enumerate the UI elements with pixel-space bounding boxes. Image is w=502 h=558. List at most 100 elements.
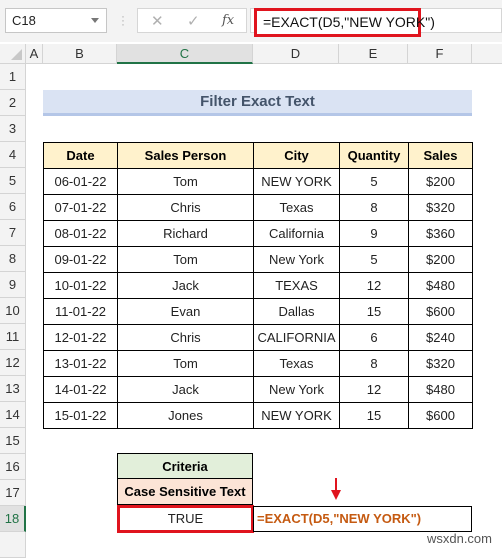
table-cell[interactable]: 9 <box>339 220 409 247</box>
row-header-10[interactable]: 10 <box>0 298 26 324</box>
table-cell[interactable]: NEW YORK <box>253 402 340 429</box>
row-header-11[interactable]: 11 <box>0 324 26 350</box>
row-header-13[interactable]: 13 <box>0 376 26 402</box>
column-header-d[interactable]: D <box>253 44 339 64</box>
table-cell[interactable]: 5 <box>339 168 409 195</box>
table-cell[interactable]: 07-01-22 <box>43 194 118 221</box>
row-header-4[interactable]: 4 <box>0 142 26 168</box>
table-row: 10-01-22 Jack TEXAS 12 $480 <box>43 272 473 299</box>
formula-toolbar: C18 · · · ✕ ✓ fx =EXACT(D5,"NEW YORK") <box>0 0 502 42</box>
table-cell[interactable]: $480 <box>408 376 473 403</box>
table-cell[interactable]: 15-01-22 <box>43 402 118 429</box>
chevron-down-icon[interactable] <box>91 18 99 23</box>
table-cell[interactable]: California <box>253 220 340 247</box>
row-header-18[interactable]: 18 <box>0 506 26 532</box>
table-cell[interactable]: $320 <box>408 194 473 221</box>
table-cell[interactable]: 5 <box>339 246 409 273</box>
table-cell[interactable]: Tom <box>117 168 254 195</box>
table-cell[interactable]: 15 <box>339 402 409 429</box>
table-cell[interactable]: TEXAS <box>253 272 340 299</box>
table-cell[interactable]: 8 <box>339 350 409 377</box>
column-heading[interactable]: Sales Person <box>117 142 254 169</box>
table-cell[interactable]: Chris <box>117 324 254 351</box>
table-row: 14-01-22 Jack New York 12 $480 <box>43 376 473 403</box>
name-box[interactable]: C18 <box>5 8 107 33</box>
table-cell[interactable]: 10-01-22 <box>43 272 118 299</box>
table-cell[interactable]: Jones <box>117 402 254 429</box>
column-heading[interactable]: Date <box>43 142 118 169</box>
table-cell[interactable]: 8 <box>339 194 409 221</box>
table-cell[interactable]: $320 <box>408 350 473 377</box>
table-cell[interactable]: $600 <box>408 298 473 325</box>
table-row: 06-01-22 Tom NEW YORK 5 $200 <box>43 168 473 195</box>
column-header-c[interactable]: C <box>117 44 253 64</box>
table-cell[interactable]: Tom <box>117 350 254 377</box>
criteria-subheader[interactable]: Case Sensitive Text <box>117 479 253 505</box>
table-cell[interactable]: NEW YORK <box>253 168 340 195</box>
column-heading[interactable]: Sales <box>408 142 473 169</box>
row-header-2[interactable]: 2 <box>0 90 26 116</box>
column-header-a[interactable]: A <box>26 44 43 64</box>
table-cell[interactable]: 08-01-22 <box>43 220 118 247</box>
row-header-16[interactable]: 16 <box>0 454 26 480</box>
table-cell[interactable]: 14-01-22 <box>43 376 118 403</box>
table-cell[interactable]: $480 <box>408 272 473 299</box>
row-header-14[interactable]: 14 <box>0 402 26 428</box>
row-header-6[interactable]: 6 <box>0 194 26 220</box>
table-cell[interactable]: $600 <box>408 402 473 429</box>
table-cell[interactable]: 6 <box>339 324 409 351</box>
table-cell[interactable]: New York <box>253 246 340 273</box>
table-cell[interactable]: Texas <box>253 194 340 221</box>
table-cell[interactable]: CALIFORNIA <box>253 324 340 351</box>
column-heading[interactable]: City <box>253 142 340 169</box>
select-all-triangle-icon <box>11 49 22 60</box>
table-cell[interactable]: New York <box>253 376 340 403</box>
column-heading[interactable]: Quantity <box>339 142 409 169</box>
row-header-17[interactable]: 17 <box>0 480 26 506</box>
formula-display-cell[interactable]: =EXACT(D5,"NEW YORK") <box>253 506 472 532</box>
table-cell[interactable]: Richard <box>117 220 254 247</box>
column-header-b[interactable]: B <box>43 44 117 64</box>
watermark: wsxdn.com <box>426 531 492 546</box>
table-cell[interactable]: 13-01-22 <box>43 350 118 377</box>
criteria-header[interactable]: Criteria <box>117 453 253 479</box>
row-header-9[interactable]: 9 <box>0 272 26 298</box>
row-header-12[interactable]: 12 <box>0 350 26 376</box>
row-header-8[interactable]: 8 <box>0 246 26 272</box>
table-cell[interactable]: Evan <box>117 298 254 325</box>
table-cell[interactable]: 12 <box>339 376 409 403</box>
table-cell[interactable]: 06-01-22 <box>43 168 118 195</box>
table-cell[interactable]: $200 <box>408 246 473 273</box>
table-cell[interactable]: Dallas <box>253 298 340 325</box>
table-cell[interactable]: 12-01-22 <box>43 324 118 351</box>
row-header-1[interactable]: 1 <box>0 64 26 90</box>
formula-input[interactable]: =EXACT(D5,"NEW YORK") <box>254 8 435 37</box>
table-cell[interactable]: 12 <box>339 272 409 299</box>
table-cell[interactable]: 11-01-22 <box>43 298 118 325</box>
result-cell-c18[interactable]: TRUE <box>117 505 254 533</box>
enter-icon[interactable]: ✓ <box>187 12 200 30</box>
column-header-g[interactable] <box>472 44 502 64</box>
table-cell[interactable]: Jack <box>117 272 254 299</box>
table-cell[interactable]: 15 <box>339 298 409 325</box>
column-header-f[interactable]: F <box>408 44 472 64</box>
row-header-3[interactable]: 3 <box>0 116 26 142</box>
table-cell[interactable]: Jack <box>117 376 254 403</box>
table-cell[interactable]: $240 <box>408 324 473 351</box>
table-cell[interactable]: Texas <box>253 350 340 377</box>
row-header-7[interactable]: 7 <box>0 220 26 246</box>
row-header-19[interactable] <box>0 532 26 558</box>
table-cell[interactable]: 09-01-22 <box>43 246 118 273</box>
table-cell[interactable]: Tom <box>117 246 254 273</box>
table-cell[interactable]: Chris <box>117 194 254 221</box>
name-box-value: C18 <box>12 13 36 28</box>
column-header-e[interactable]: E <box>339 44 408 64</box>
row-header-15[interactable]: 15 <box>0 428 26 454</box>
cancel-icon[interactable]: ✕ <box>151 12 164 30</box>
table-row: 15-01-22 Jones NEW YORK 15 $600 <box>43 402 473 429</box>
insert-function-icon[interactable]: fx <box>222 13 234 28</box>
select-all-button[interactable] <box>0 44 26 64</box>
row-header-5[interactable]: 5 <box>0 168 26 194</box>
table-cell[interactable]: $360 <box>408 220 473 247</box>
table-cell[interactable]: $200 <box>408 168 473 195</box>
